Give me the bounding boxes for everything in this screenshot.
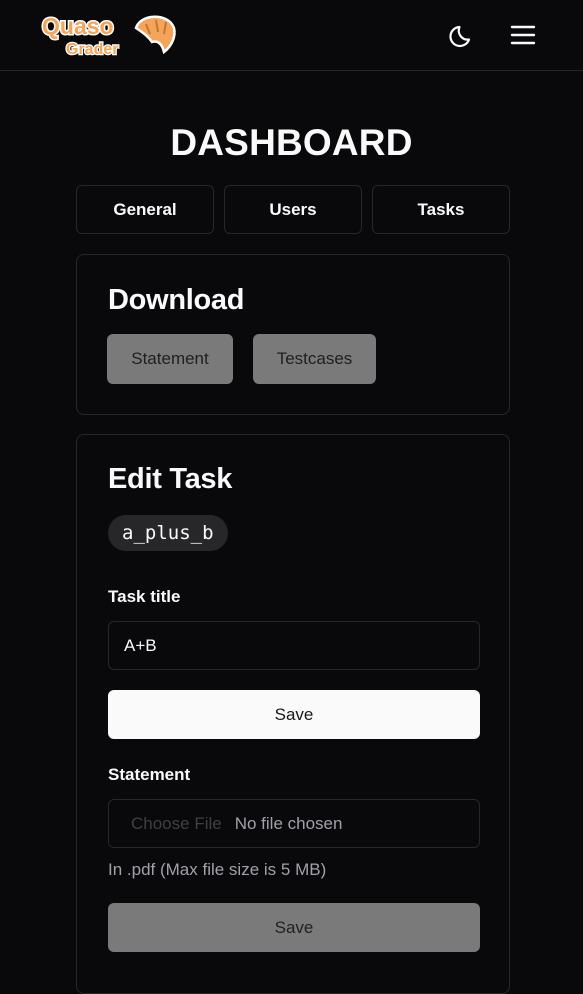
logo-text-line1: Quaso [42, 13, 114, 39]
statement-file-input[interactable]: Choose File No file chosen [108, 799, 480, 848]
edit-task-card: Edit Task a_plus_b Task title Save State… [76, 434, 510, 994]
statement-label: Statement [108, 765, 191, 784]
task-title-label: Task title [108, 587, 181, 606]
moon-icon[interactable] [448, 20, 478, 50]
choose-file-button[interactable]: Choose File [131, 814, 222, 834]
top-navbar: Quaso Grader [0, 0, 583, 71]
download-card: Download Statement Testcases [76, 254, 510, 415]
tab-users[interactable]: Users [224, 185, 362, 234]
download-testcases-button[interactable]: Testcases [253, 334, 376, 384]
edit-task-card-title: Edit Task [108, 463, 233, 495]
quaso-grader-logo[interactable]: Quaso Grader [40, 10, 180, 60]
tab-general[interactable]: General [76, 185, 214, 234]
save-statement-button[interactable]: Save [108, 903, 480, 952]
page-title: DASHBOARD [170, 122, 413, 163]
task-title-input[interactable] [108, 621, 480, 670]
download-statement-button[interactable]: Statement [107, 334, 233, 384]
task-id-badge: a_plus_b [108, 515, 228, 551]
tab-tasks[interactable]: Tasks [372, 185, 510, 234]
file-status-text: No file chosen [234, 813, 343, 833]
download-card-title: Download [108, 284, 245, 316]
logo-text-line2: Grader [66, 41, 118, 58]
save-title-button[interactable]: Save [108, 690, 480, 739]
statement-file-hint: In .pdf (Max file size is 5 MB) [108, 860, 327, 879]
croissant-icon [134, 15, 176, 55]
hamburger-menu-icon[interactable] [508, 20, 538, 50]
